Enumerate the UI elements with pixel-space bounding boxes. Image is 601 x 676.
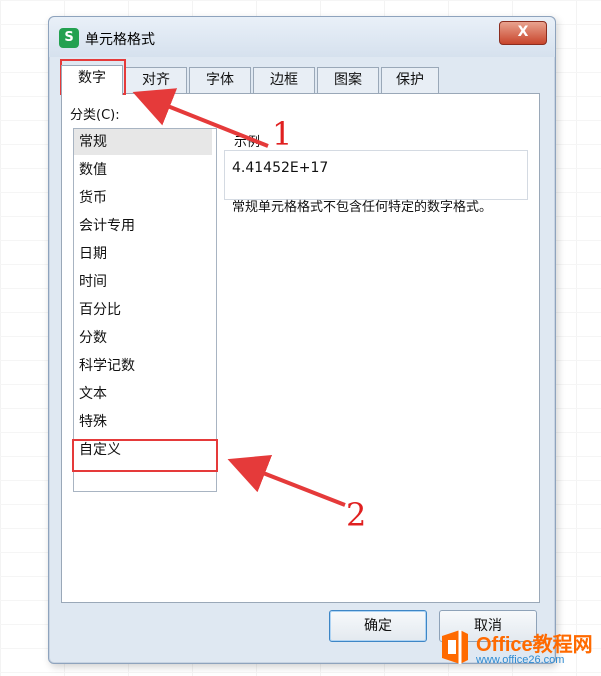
arrow-1: [132, 88, 269, 148]
tab-number[interactable]: 数字: [61, 65, 123, 95]
watermark: Office教程网 www.office26.com: [438, 628, 598, 672]
arrow-2: [227, 455, 346, 507]
annotation-arrows: [132, 88, 346, 507]
watermark-brand: Office教程网: [476, 634, 593, 656]
office-logo-icon: [442, 630, 468, 664]
watermark-url: www.office26.com: [476, 654, 565, 666]
annotation-number-2: 2: [346, 496, 367, 534]
annotation-number-1: 1: [272, 115, 293, 153]
